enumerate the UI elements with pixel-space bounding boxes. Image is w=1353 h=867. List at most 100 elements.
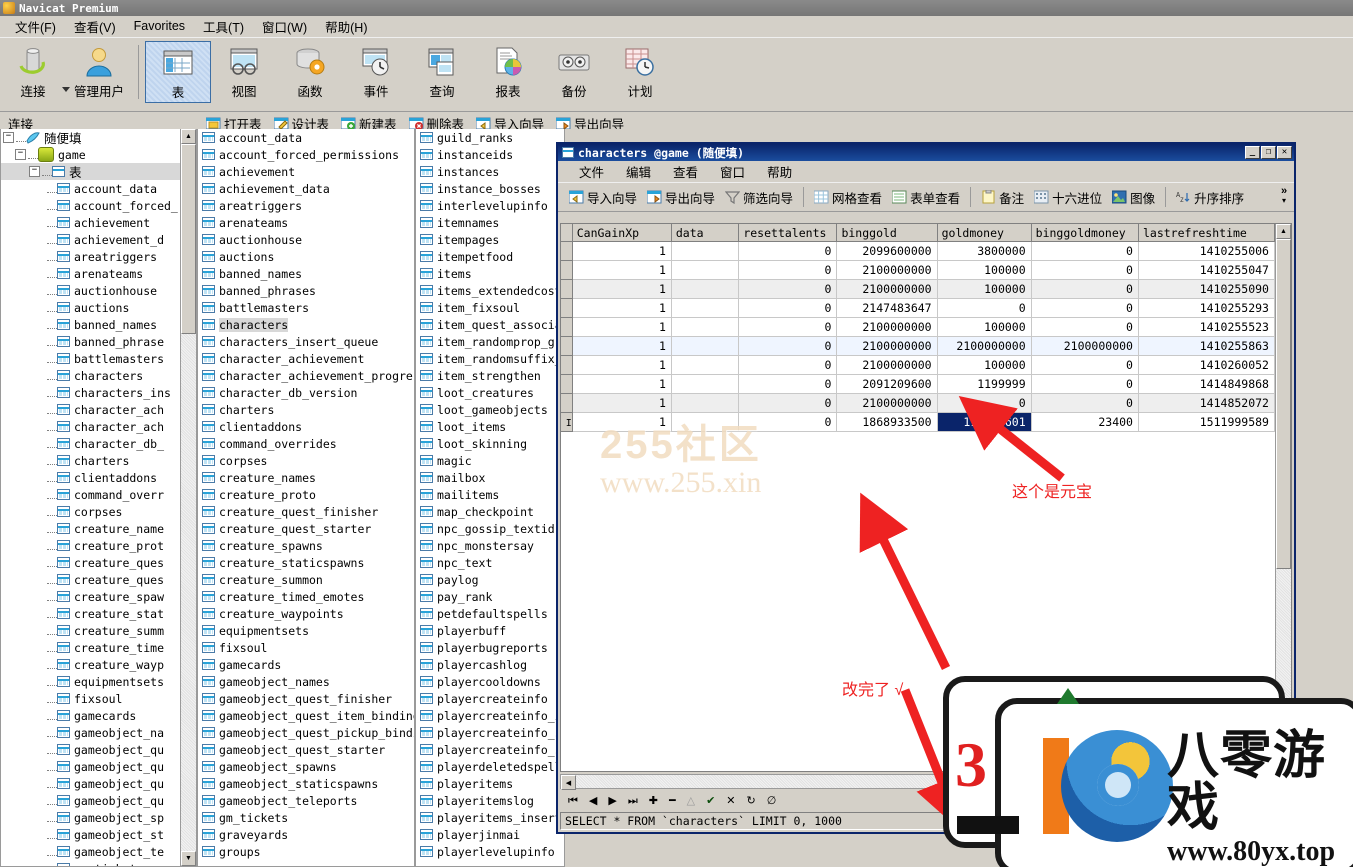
table-list-2-item[interactable]: interlevelupinfo [416,197,564,214]
table-list-2-item[interactable]: npc_gossip_textid [416,520,564,537]
dw-filter-wizard-button[interactable]: 筛选向导 [720,186,798,209]
data-grid-cell[interactable]: 1410255863 [1138,337,1274,356]
table-list-1-item[interactable]: account_forced_permissions [198,146,414,163]
table-list-1-item[interactable]: charters [198,401,414,418]
menu-item-file[interactable]: 文件(F) [6,15,65,38]
table-list-1-item[interactable]: creature_quest_finisher [198,503,414,520]
data-grid-cell[interactable]: 1414849868 [1138,375,1274,394]
table-list-1-item[interactable]: clientaddons [198,418,414,435]
data-grid-cell[interactable]: 1410255047 [1138,261,1274,280]
data-grid-cell[interactable]: 0 [937,299,1031,318]
table-list-1-item[interactable]: creature_quest_starter [198,520,414,537]
grid-column-header[interactable]: binggoldmoney [1031,224,1138,242]
data-grid-cell[interactable]: 1410255293 [1138,299,1274,318]
toolbar-overflow-chevron-icon[interactable]: » ▾ [1277,185,1291,207]
data-grid-row[interactable]: I101868933500116036601234001511999589 [561,413,1275,432]
table-list-2-item[interactable]: itemnames [416,214,564,231]
data-grid-cell[interactable]: 1 [572,242,671,261]
selected-data-cell[interactable]: 116036601 [937,413,1031,432]
tree-node-table-19[interactable]: corpses [1,503,196,520]
table-list-1-item[interactable]: creature_timed_emotes [198,588,414,605]
tree-expander-icon[interactable]: − [15,149,26,160]
tree-node-table-33[interactable]: gameobject_qu [1,741,196,758]
table-list-1-item[interactable]: fixsoul [198,639,414,656]
dw-menu-edit[interactable]: 编辑 [615,160,662,183]
data-grid-cell[interactable]: 0 [1031,356,1138,375]
tree-node-connection[interactable]: −随便填 [1,129,196,146]
data-grid-cell[interactable]: 1 [572,413,671,432]
row-header-cell[interactable] [561,261,572,280]
tree-node-table-22[interactable]: creature_ques [1,554,196,571]
data-grid-cell[interactable]: 0 [739,337,837,356]
data-grid-cell[interactable]: 1 [572,375,671,394]
toolbar-button-backup[interactable]: 备份 [541,41,607,103]
table-list-1-item[interactable]: equipmentsets [198,622,414,639]
data-grid-row[interactable]: 10210000000010000001410255047 [561,261,1275,280]
data-grid-cell[interactable]: 0 [937,394,1031,413]
dw-import-wizard-button[interactable]: 导入向导 [564,186,642,209]
table-list-2-item[interactable]: npc_monstersay [416,537,564,554]
close-button[interactable]: ✕ [1277,146,1292,159]
grid-column-header[interactable]: goldmoney [937,224,1031,242]
data-grid-row[interactable]: 10210000000010000001410255523 [561,318,1275,337]
tree-node-table-31[interactable]: gamecards [1,707,196,724]
dw-menu-file[interactable]: 文件 [568,160,615,183]
menu-item-view[interactable]: 查看(V) [65,15,125,38]
data-grid-cell[interactable] [671,242,738,261]
nav-prev-record-icon[interactable]: ◀ [589,795,597,806]
table-list-2-item[interactable]: pay_rank [416,588,564,605]
table-list-2-item[interactable]: playercreateinfo [416,690,564,707]
table-list-1-item[interactable]: areatriggers [198,197,414,214]
table-list-1-item[interactable]: achievement_data [198,180,414,197]
table-list-2-item[interactable]: mailbox [416,469,564,486]
menu-item-tools[interactable]: 工具(T) [194,15,253,38]
tree-node-table-27[interactable]: creature_time [1,639,196,656]
data-grid-cell[interactable]: 0 [739,261,837,280]
grid-column-header[interactable]: CanGainXp [572,224,671,242]
table-list-1-item[interactable]: graveyards [198,826,414,843]
scroll-down-arrow-icon[interactable]: ▼ [181,851,196,866]
table-list-1-item[interactable]: auctions [198,248,414,265]
nav-cancel-icon[interactable]: ✕ [726,795,735,806]
table-list-1-item[interactable]: creature_names [198,469,414,486]
tree-node-table-9[interactable]: banned_phrase [1,333,196,350]
table-list-2-item[interactable]: playeritems_insert_q [416,809,564,826]
table-list-2-item[interactable]: mailitems [416,486,564,503]
table-list-1-item[interactable]: creature_summon [198,571,414,588]
scroll-up-arrow-icon[interactable]: ▲ [1276,224,1291,239]
row-header-cell[interactable] [561,318,572,337]
table-list-1-item[interactable]: character_db_version [198,384,414,401]
data-grid-cell[interactable]: 0 [1031,375,1138,394]
dw-hex-button[interactable]: 十六进位 [1029,186,1107,209]
dw-sort-asc-button[interactable]: A Z 升序排序 [1171,186,1249,209]
dw-image-button[interactable]: 图像 [1107,186,1160,209]
table-list-2-item[interactable]: playercreateinfo_spe [416,741,564,758]
data-grid-cell[interactable]: 0 [1031,299,1138,318]
tree-node-table-16[interactable]: charters [1,452,196,469]
nav-stop-icon[interactable]: ∅ [767,795,777,806]
tree-node-table-15[interactable]: character_db_ [1,435,196,452]
tree-node-table-18[interactable]: command_overr [1,486,196,503]
tree-node-table-35[interactable]: gameobject_qu [1,775,196,792]
table-list-1-item[interactable]: gm_tickets [198,809,414,826]
table-list-2-item[interactable]: playerjinmai [416,826,564,843]
nav-last-record-icon[interactable]: ⏭ [628,795,638,806]
data-grid-cell[interactable] [671,299,738,318]
toolbar-button-views[interactable]: 视图 [211,41,277,103]
data-grid-cell[interactable]: 1868933500 [837,413,937,432]
table-list-2-item[interactable]: loot_items [416,418,564,435]
tree-node-table-39[interactable]: gameobject_te [1,843,196,860]
data-grid-row[interactable]: 1021000000002100000000210000000014102558… [561,337,1275,356]
grid-scroll-thumb[interactable] [1276,239,1291,569]
table-list-2-item[interactable]: petdefaultspells [416,605,564,622]
data-grid-cell[interactable]: 2100000000 [837,394,937,413]
data-grid-cell[interactable]: 0 [739,318,837,337]
tree-node-table-34[interactable]: gameobject_qu [1,758,196,775]
table-list-1-item[interactable]: gameobject_teleports [198,792,414,809]
data-grid-cell[interactable]: 1199999 [937,375,1031,394]
data-grid-cell[interactable]: 1414852072 [1138,394,1274,413]
row-header-cell[interactable] [561,280,572,299]
data-grid-row[interactable]: 10210000000010000001410255090 [561,280,1275,299]
data-grid-cell[interactable] [671,261,738,280]
table-list-2-item[interactable]: playerlevelupinfo [416,843,564,860]
